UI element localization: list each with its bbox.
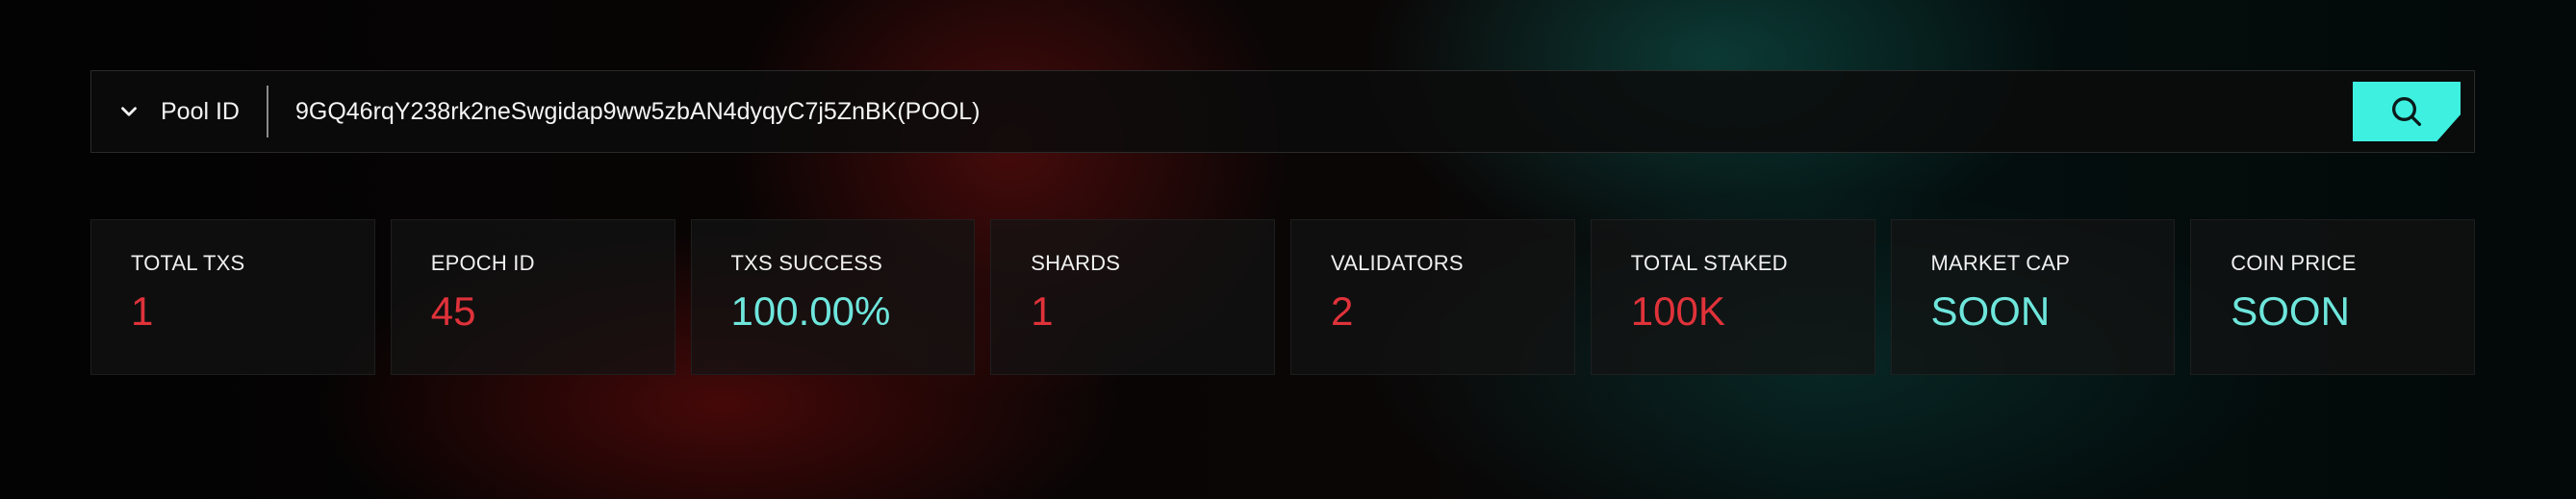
stats-row: TOTAL TXS 1 EPOCH ID 45 TXS SUCCESS 100.… <box>90 219 2475 375</box>
search-input[interactable] <box>268 71 2353 152</box>
stat-value: 100K <box>1630 288 1725 334</box>
stat-value: 100.00% <box>730 288 891 334</box>
stat-value: 1 <box>131 288 154 334</box>
pool-id-selector[interactable]: Pool ID <box>91 71 267 152</box>
stat-label: EPOCH ID <box>430 251 535 275</box>
stat-label: COIN PRICE <box>2231 251 2357 275</box>
pool-id-label: Pool ID <box>161 97 240 125</box>
stat-value: 2 <box>1331 288 1354 334</box>
stat-card-shards: SHARDS 1 <box>990 219 1275 375</box>
search-icon <box>2392 97 2421 126</box>
stat-card-coin-price: COIN PRICE SOON <box>2190 219 2475 375</box>
stat-value: 1 <box>1031 288 1054 334</box>
stat-label: SHARDS <box>1031 251 1121 275</box>
stat-value: SOON <box>1930 288 2051 334</box>
stat-value: SOON <box>2231 288 2350 334</box>
stat-label: MARKET CAP <box>1930 251 2071 275</box>
stat-label: TXS SUCCESS <box>730 251 882 275</box>
page-background: Pool ID TOTAL TXS 1 EPOCH ID 45 TXS SUCC… <box>0 0 2576 499</box>
stat-card-validators: VALIDATORS 2 <box>1290 219 1575 375</box>
stat-label: TOTAL TXS <box>131 251 245 275</box>
search-bar: Pool ID <box>90 70 2475 153</box>
stat-label: TOTAL STAKED <box>1630 251 1788 275</box>
stat-card-txs-success: TXS SUCCESS 100.00% <box>690 219 976 375</box>
stat-label: VALIDATORS <box>1331 251 1464 275</box>
stat-card-total-staked: TOTAL STAKED 100K <box>1590 219 1875 375</box>
search-button[interactable] <box>2353 82 2461 141</box>
stat-card-market-cap: MARKET CAP SOON <box>1890 219 2176 375</box>
stat-card-epoch-id: EPOCH ID 45 <box>390 219 676 375</box>
stat-value: 45 <box>430 288 476 334</box>
stat-card-total-txs: TOTAL TXS 1 <box>90 219 375 375</box>
chevron-down-icon <box>121 107 137 116</box>
